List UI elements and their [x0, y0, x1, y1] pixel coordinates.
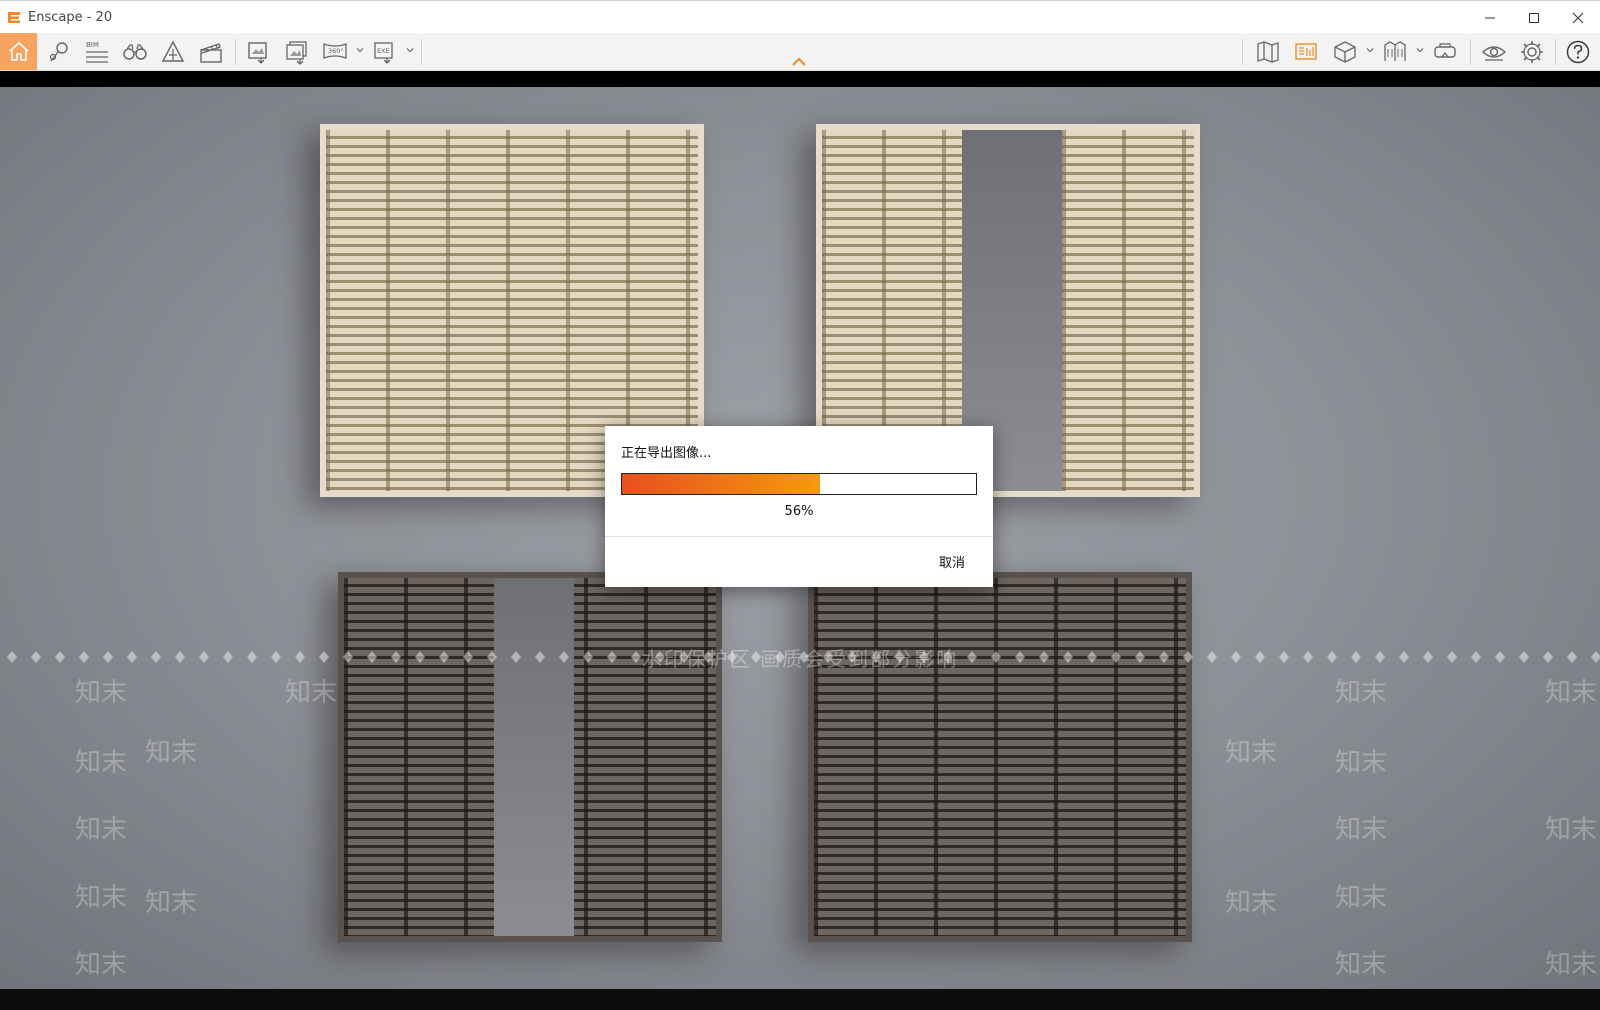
watermark-tile: 知末 — [1335, 815, 1388, 845]
cancel-button[interactable]: 取消 — [939, 552, 965, 571]
watermark-tile: 知末 — [75, 748, 128, 778]
progress-percent-label: 56% — [784, 504, 814, 519]
panorama-label: 360° — [328, 47, 344, 55]
chevron-down-icon[interactable] — [406, 46, 414, 54]
map-icon — [1257, 41, 1279, 63]
help-icon — [1566, 40, 1590, 64]
dialog-title: 正在导出图像... — [621, 446, 712, 461]
visual-settings-button[interactable] — [1477, 36, 1511, 68]
watermark-text: 水印保护区 画质会受到部分影响 — [641, 647, 959, 671]
bim-button[interactable]: BIM — [80, 36, 114, 68]
chevron-down-icon[interactable] — [1416, 46, 1424, 54]
shutter-dark-open — [338, 572, 722, 942]
toolbar-separator — [1242, 39, 1243, 65]
settings-icon — [1521, 41, 1543, 63]
watermark-tile: 知末 — [145, 738, 198, 768]
toolbar-separator — [1555, 39, 1556, 65]
progress-bar — [621, 473, 977, 495]
minimize-icon — [1485, 17, 1495, 18]
export-exe-icon: EXE — [374, 42, 393, 64]
light-views-icon — [1384, 41, 1406, 61]
home-icon — [8, 41, 29, 61]
views-management-button[interactable] — [1378, 36, 1412, 68]
window-title: Enscape - 20 — [28, 9, 113, 25]
render-image-button[interactable] — [242, 36, 276, 68]
watermark-tile: 知末 — [1335, 950, 1388, 980]
map-button[interactable] — [1251, 36, 1285, 68]
close-button[interactable] — [1556, 1, 1600, 34]
watermark-tile: 知末 — [1225, 888, 1278, 918]
settings-button[interactable] — [1515, 36, 1549, 68]
vr-headset-button[interactable] — [1428, 36, 1462, 68]
walk-mode-button[interactable] — [118, 36, 152, 68]
asset-library-button[interactable] — [1289, 36, 1323, 68]
cube-view-icon — [1334, 41, 1356, 63]
close-icon — [1572, 12, 1584, 23]
location-pin-icon — [49, 42, 68, 62]
clapperboard-icon — [200, 43, 222, 63]
bim-label: BIM — [86, 41, 99, 49]
render-image-icon — [248, 42, 267, 64]
minimize-button[interactable] — [1468, 1, 1512, 34]
watermark-tile: 知末 — [1225, 738, 1278, 768]
toolbar-separator — [235, 39, 236, 65]
watermark-tile: 知末 — [1335, 748, 1388, 778]
toolbar-separator — [1470, 39, 1471, 65]
watermark-tile: 知末 — [145, 888, 198, 918]
watermark-tile: 知末 — [1545, 678, 1598, 708]
chevron-down-icon[interactable] — [356, 46, 364, 54]
watermark-tile: 知末 — [1335, 678, 1388, 708]
watermark-tile: 知末 — [285, 678, 338, 708]
video-editor-button[interactable] — [194, 36, 228, 68]
exe-label: EXE — [377, 47, 390, 55]
chevron-down-icon[interactable] — [1366, 46, 1374, 54]
views-button[interactable] — [42, 36, 76, 68]
collapse-toolbar-chevron-up-icon[interactable] — [790, 55, 808, 69]
bim-icon: BIM — [86, 41, 108, 63]
visibility-icon — [1481, 46, 1507, 61]
panorama-button[interactable]: 360° — [318, 36, 352, 68]
watermark-tile: 知末 — [75, 883, 128, 913]
watermark-tile: 知末 — [75, 678, 128, 708]
view-mode-button[interactable] — [1328, 36, 1362, 68]
toolbar-separator — [421, 39, 422, 65]
vr-headset-icon — [1434, 43, 1456, 58]
progress-bar-fill — [622, 474, 821, 494]
batch-render-icon — [286, 41, 307, 65]
section-button[interactable] — [156, 36, 190, 68]
export-progress-dialog: 正在导出图像... 56% 取消 — [605, 426, 993, 587]
shutter-dark-closed — [808, 572, 1192, 942]
enscape-logo-icon — [8, 12, 20, 23]
asset-library-icon — [1295, 43, 1317, 60]
watermark-tile: 知末 — [1545, 815, 1598, 845]
home-button[interactable] — [0, 33, 37, 70]
section-icon — [161, 40, 185, 62]
binoculars-icon — [123, 44, 147, 60]
watermark-tile: 知末 — [1335, 883, 1388, 913]
panorama-360-icon: 360° — [323, 43, 347, 59]
export-exe-button[interactable]: EXE — [368, 36, 402, 68]
bottom-bar — [0, 989, 1600, 1010]
maximize-icon — [1529, 12, 1539, 23]
maximize-button[interactable] — [1512, 1, 1556, 34]
watermark-tile: 知末 — [1545, 950, 1598, 980]
title-bar: Enscape - 20 — [0, 0, 1600, 33]
window-controls — [1468, 1, 1600, 34]
dialog-divider — [605, 536, 993, 537]
watermark-tile: 知末 — [75, 815, 128, 845]
help-button[interactable] — [1561, 36, 1595, 68]
watermark-tile: 知末 — [75, 950, 128, 980]
shutter-opening — [494, 578, 574, 936]
batch-render-button[interactable] — [280, 36, 314, 68]
